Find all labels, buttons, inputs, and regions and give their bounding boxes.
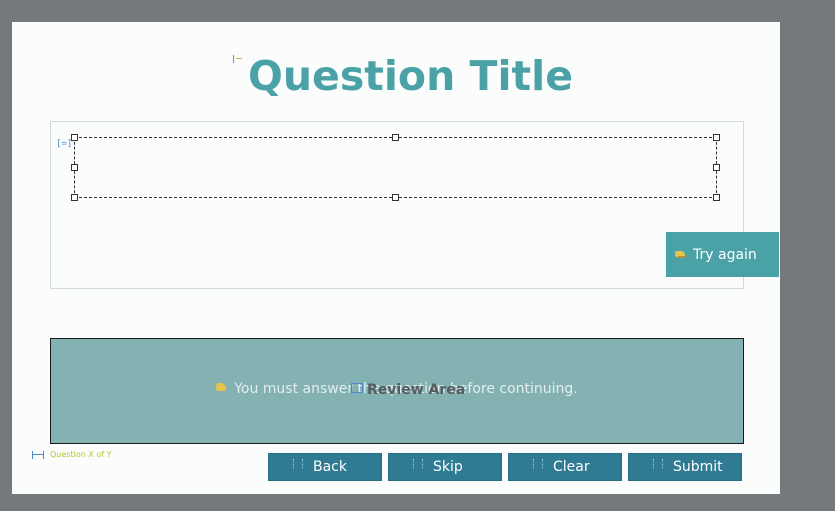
submit-label: Submit (673, 459, 723, 475)
resize-handle-top-right[interactable] (713, 134, 720, 141)
try-again-feedback[interactable]: Try again (666, 232, 779, 277)
progress-text: Question X of Y (50, 450, 112, 459)
review-area: You must answer the question before cont… (50, 338, 744, 444)
skip-button[interactable]: Skip (388, 453, 502, 481)
button-icon (293, 459, 303, 469)
resize-handle-top-center[interactable] (392, 134, 399, 141)
review-area-icon (351, 383, 363, 393)
back-label: Back (313, 459, 347, 475)
resize-handle-top-left[interactable] (71, 134, 78, 141)
text-entry-icon: [=] (56, 139, 73, 149)
skip-label: Skip (433, 459, 463, 475)
title-placeholder-icon (233, 55, 244, 63)
resize-handle-bottom-left[interactable] (71, 194, 78, 201)
button-icon (413, 459, 423, 469)
progress-indicator-icon (32, 450, 44, 459)
question-title: Question Title (248, 52, 574, 100)
submit-button[interactable]: Submit (628, 453, 742, 481)
clear-label: Clear (553, 459, 590, 475)
answer-input-box[interactable] (71, 134, 720, 201)
button-icon (653, 459, 663, 469)
review-area-label: Review Area (351, 382, 465, 398)
slide-canvas: Question Title [=] Try again You must an… (12, 22, 780, 494)
resize-handle-middle-left[interactable] (71, 164, 78, 171)
back-button[interactable]: Back (268, 453, 382, 481)
feedback-icon (216, 383, 227, 391)
resize-handle-middle-right[interactable] (713, 164, 720, 171)
button-icon (533, 459, 543, 469)
question-area: [=] (50, 121, 744, 289)
clear-button[interactable]: Clear (508, 453, 622, 481)
review-area-text: Review Area (367, 382, 466, 398)
question-progress: Question X of Y (32, 450, 112, 459)
try-again-label: Try again (693, 246, 757, 263)
resize-handle-bottom-right[interactable] (713, 194, 720, 201)
feedback-icon (675, 250, 687, 260)
resize-handle-bottom-center[interactable] (392, 194, 399, 201)
